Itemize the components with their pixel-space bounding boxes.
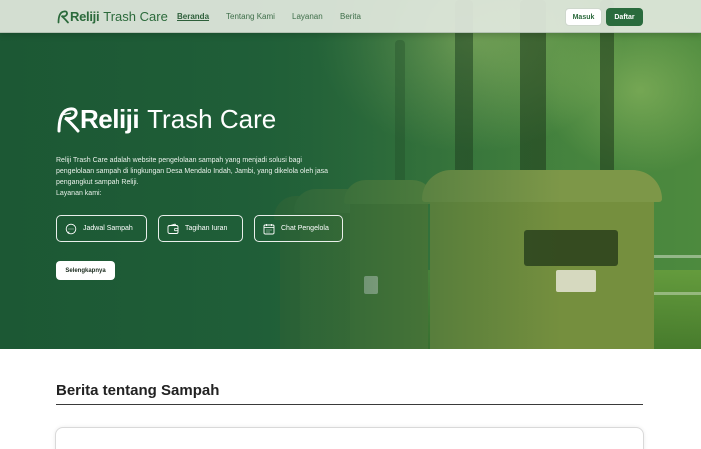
navbar-brand-bold: Reliji (70, 9, 100, 24)
navbar-logo[interactable]: Reliji Trash Care (56, 9, 168, 24)
navbar: Reliji Trash Care Beranda Tentang Kami L… (0, 0, 701, 33)
feature-label: Tagihan Iuran (185, 225, 228, 232)
nav-link-tentang-kami[interactable]: Tentang Kami (226, 12, 275, 21)
chat-bubble-icon (65, 223, 77, 234)
hero-description-text: Reliji Trash Care adalah website pengelo… (56, 157, 329, 186)
feature-label: Jadwal Sampah (83, 225, 133, 232)
nav-link-layanan[interactable]: Layanan (292, 12, 323, 21)
hero-title: Reliji Trash Care (56, 104, 276, 135)
leaf-r-logo-icon (57, 10, 69, 23)
hero-section: Reliji Trash Care Reliji Trash Care adal… (0, 0, 701, 349)
wallet-icon (167, 223, 179, 234)
login-button[interactable]: Masuk (565, 8, 602, 26)
feature-button-chat-pengelola[interactable]: Chat Pengelola (254, 215, 343, 242)
hero-brand-rest: Trash Care (147, 104, 277, 134)
leaf-r-logo-icon (57, 106, 80, 132)
feature-button-tagihan-iuran[interactable]: Tagihan Iuran (158, 215, 243, 242)
hero-brand-bold: Reliji (80, 104, 140, 134)
divider (56, 404, 643, 405)
nav-link-berita[interactable]: Berita (340, 12, 361, 21)
navbar-brand-rest: Trash Care (103, 9, 168, 24)
nav-link-beranda[interactable]: Beranda (177, 12, 209, 21)
feature-button-jadwal-sampah[interactable]: Jadwal Sampah (56, 215, 147, 242)
register-button[interactable]: Daftar (606, 8, 643, 26)
selengkapnya-button[interactable]: Selengkapnya (56, 261, 115, 280)
hero-description: Reliji Trash Care adalah website pengelo… (56, 155, 341, 199)
calendar-icon (263, 223, 275, 234)
feature-label: Chat Pengelola (281, 225, 329, 232)
news-section-title: Berita tentang Sampah (56, 382, 220, 399)
services-intro: Layanan kami: (56, 190, 102, 197)
news-card[interactable] (55, 427, 644, 449)
